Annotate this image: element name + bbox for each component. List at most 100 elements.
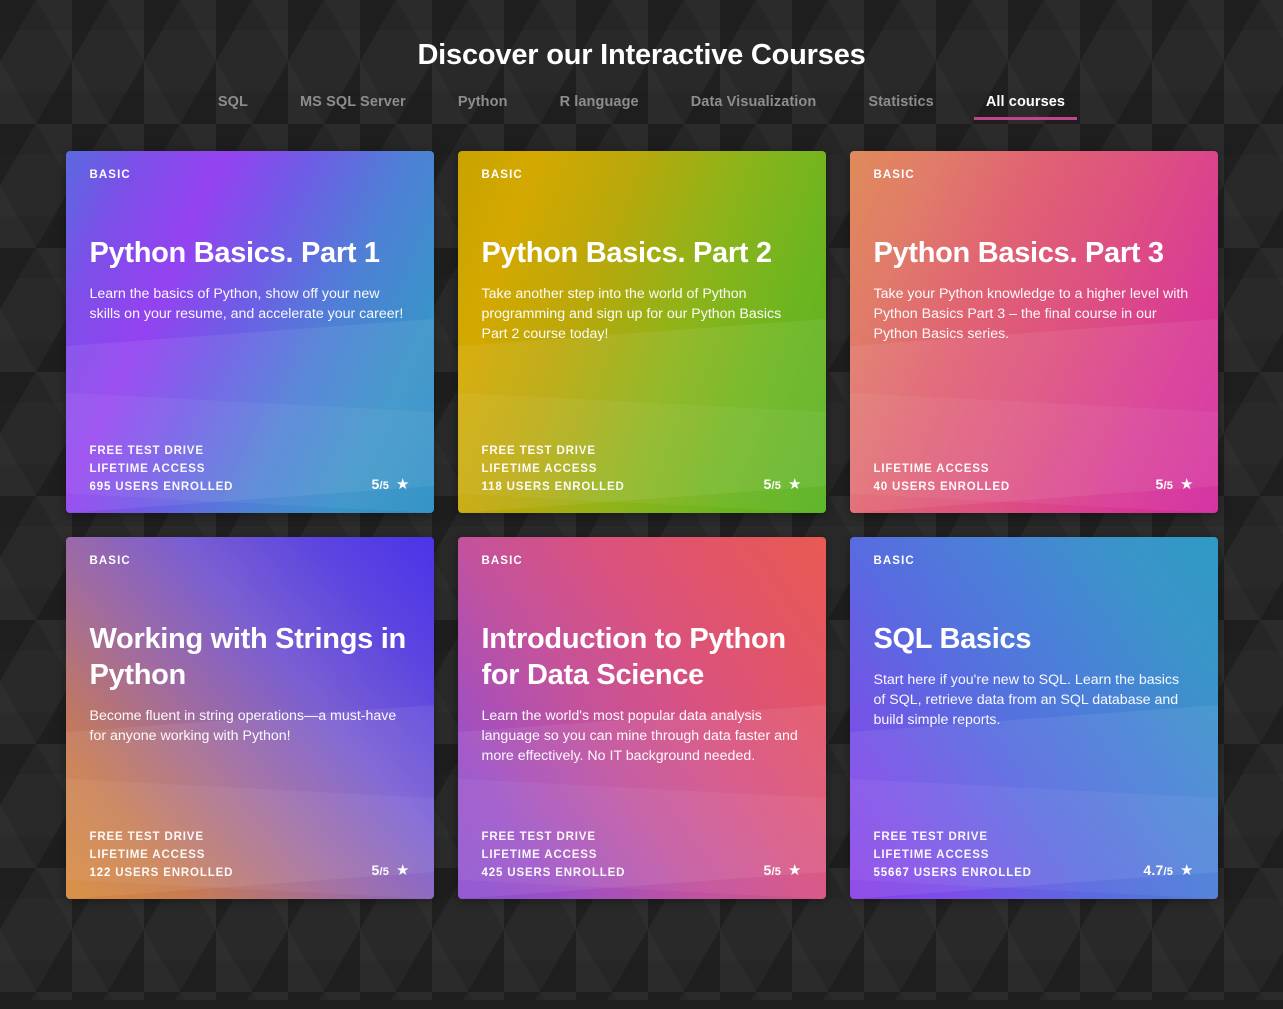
course-card-footer: LIFETIME ACCESS 40 USERS ENROLLED 5/5 ★ xyxy=(874,463,1194,493)
course-feature: FREE TEST DRIVE xyxy=(873,831,988,843)
page-title: Discover our Interactive Courses xyxy=(417,39,866,71)
tab-data-visualization[interactable]: Data Visualization xyxy=(665,94,843,120)
card-content: BASIC Working with Strings in Python Becom… xyxy=(90,555,410,879)
course-feature: LIFETIME ACCESS xyxy=(89,849,206,861)
page-bottom-strip xyxy=(0,1000,1283,1009)
course-title: Python Basics. Part 3 xyxy=(873,237,1165,269)
course-level-badge: BASIC xyxy=(481,169,523,181)
course-description: Take another step into the world of Pyth… xyxy=(481,286,782,342)
enrollment-label: USERS ENROLLED xyxy=(892,481,1011,493)
card-body: SQL Basics Start here if you're new to SQ… xyxy=(874,621,1194,730)
card-content: BASIC Introduction to Python for Data Sci… xyxy=(482,555,802,879)
tab-statistics[interactable]: Statistics xyxy=(842,94,959,120)
course-title: Python Basics. Part 1 xyxy=(89,237,381,269)
course-title: Working with Strings in Python xyxy=(89,623,407,691)
rating-value: 5/5 xyxy=(763,476,781,492)
course-level-badge: BASIC xyxy=(873,169,915,181)
star-icon: ★ xyxy=(1180,475,1194,493)
course-enrollment-count: 695 USERS ENROLLED xyxy=(90,481,234,493)
tab-ms-sql-server[interactable]: MS SQL Server xyxy=(274,94,432,120)
course-enrollment-count: 122 USERS ENROLLED xyxy=(90,867,234,879)
course-card-footer: FREE TEST DRIVE LIFETIME ACCESS 695 USERS … xyxy=(90,445,410,493)
card-content: BASIC Python Basics. Part 2 Take another s… xyxy=(482,169,802,493)
course-card-footer: FREE TEST DRIVE LIFETIME ACCESS 118 USERS … xyxy=(482,445,802,493)
course-features: LIFETIME ACCESS 40 USERS ENROLLED xyxy=(874,463,1011,493)
enrollment-label: USERS ENROLLED xyxy=(506,481,625,493)
course-rating: 5/5 ★ xyxy=(371,476,409,493)
enrollment-label: USERS ENROLLED xyxy=(913,867,1032,879)
rating-value: 5/5 xyxy=(371,476,389,492)
course-features: FREE TEST DRIVE LIFETIME ACCESS 55667 USER… xyxy=(874,831,1032,879)
course-feature: FREE TEST DRIVE xyxy=(481,831,596,843)
course-title: SQL Basics xyxy=(873,623,1032,655)
star-icon: ★ xyxy=(788,475,802,493)
course-feature: LIFETIME ACCESS xyxy=(89,463,206,475)
card-body: Python Basics. Part 1 Learn the basics of… xyxy=(90,235,410,324)
enrollment-number: 40 xyxy=(873,481,888,493)
course-card[interactable]: BASIC Python Basics. Part 3 Take your Pyth… xyxy=(849,151,1218,513)
course-rating: 5/5 ★ xyxy=(763,862,801,879)
star-icon: ★ xyxy=(1180,861,1194,879)
course-card-footer: FREE TEST DRIVE LIFETIME ACCESS 55667 USER… xyxy=(874,831,1194,879)
course-description: Start here if you're new to SQL. Learn t… xyxy=(873,672,1180,728)
course-feature: FREE TEST DRIVE xyxy=(481,445,596,457)
rating-value: 4.7/5 xyxy=(1143,862,1173,878)
star-icon: ★ xyxy=(396,475,410,493)
course-card[interactable]: BASIC SQL Basics Start here if you're new … xyxy=(849,537,1218,899)
tab-all-courses[interactable]: All courses xyxy=(960,94,1091,120)
card-content: BASIC Python Basics. Part 1 Learn the basi… xyxy=(90,169,410,493)
course-title: Introduction to Python for Data Science xyxy=(481,623,787,691)
course-level-badge: BASIC xyxy=(89,169,131,181)
course-level-badge: BASIC xyxy=(481,555,523,567)
course-description: Learn the basics of Python, show off you… xyxy=(89,286,404,322)
enrollment-number: 118 xyxy=(481,481,503,493)
rating-denominator: /5 xyxy=(771,866,782,878)
category-tabs: SQL MS SQL Server Python R language Data Vis… xyxy=(0,94,1283,120)
star-icon: ★ xyxy=(788,861,802,879)
course-description: Take your Python knowledge to a higher l… xyxy=(873,286,1189,342)
course-feature: LIFETIME ACCESS xyxy=(873,463,990,475)
course-card[interactable]: BASIC Python Basics. Part 2 Take another s… xyxy=(457,151,826,513)
course-catalog-page: Discover our Interactive Courses SQL MS S… xyxy=(0,0,1283,1009)
course-features: FREE TEST DRIVE LIFETIME ACCESS 118 USERS … xyxy=(482,445,625,493)
course-feature: LIFETIME ACCESS xyxy=(481,463,598,475)
course-enrollment-count: 55667 USERS ENROLLED xyxy=(874,867,1032,879)
star-icon: ★ xyxy=(396,861,410,879)
card-body: Python Basics. Part 2 Take another step i… xyxy=(482,235,802,344)
course-card[interactable]: BASIC Introduction to Python for Data Sci… xyxy=(457,537,826,899)
course-card[interactable]: BASIC Python Basics. Part 1 Learn the basi… xyxy=(65,151,434,513)
course-rating: 4.7/5 ★ xyxy=(1143,862,1193,879)
card-body: Working with Strings in Python Become flu… xyxy=(90,621,410,746)
enrollment-number: 695 xyxy=(89,481,112,493)
card-body: Introduction to Python for Data Science L… xyxy=(482,621,802,766)
course-title: Python Basics. Part 2 xyxy=(481,237,773,269)
course-card-grid: BASIC Python Basics. Part 1 Learn the basi… xyxy=(0,151,1283,899)
course-features: FREE TEST DRIVE LIFETIME ACCESS 695 USERS … xyxy=(90,445,234,493)
course-card[interactable]: BASIC Working with Strings in Python Becom… xyxy=(65,537,434,899)
enrollment-label: USERS ENROLLED xyxy=(115,481,234,493)
tab-r-language[interactable]: R language xyxy=(534,94,665,120)
course-rating: 5/5 ★ xyxy=(371,862,409,879)
rating-value: 5/5 xyxy=(763,862,781,878)
course-card-footer: FREE TEST DRIVE LIFETIME ACCESS 122 USERS … xyxy=(90,831,410,879)
course-enrollment-count: 40 USERS ENROLLED xyxy=(874,481,1011,493)
rating-numerator: 4.7 xyxy=(1143,862,1164,878)
tab-python[interactable]: Python xyxy=(432,94,534,120)
rating-denominator: /5 xyxy=(1163,480,1174,492)
course-enrollment-count: 118 USERS ENROLLED xyxy=(482,481,625,493)
card-content: BASIC SQL Basics Start here if you're new … xyxy=(874,555,1194,879)
course-rating: 5/5 ★ xyxy=(1155,476,1193,493)
rating-value: 5/5 xyxy=(371,862,389,878)
course-feature: LIFETIME ACCESS xyxy=(481,849,598,861)
card-content: BASIC Python Basics. Part 3 Take your Pyth… xyxy=(874,169,1194,493)
tab-sql[interactable]: SQL xyxy=(192,94,274,120)
course-feature: FREE TEST DRIVE xyxy=(89,445,204,457)
enrollment-number: 55667 xyxy=(873,867,910,879)
course-feature: FREE TEST DRIVE xyxy=(89,831,204,843)
rating-denominator: /5 xyxy=(1163,866,1174,878)
enrollment-number: 122 xyxy=(89,867,112,879)
rating-value: 5/5 xyxy=(1155,476,1173,492)
enrollment-number: 425 xyxy=(481,867,504,879)
course-rating: 5/5 ★ xyxy=(763,476,801,493)
course-level-badge: BASIC xyxy=(89,555,131,567)
